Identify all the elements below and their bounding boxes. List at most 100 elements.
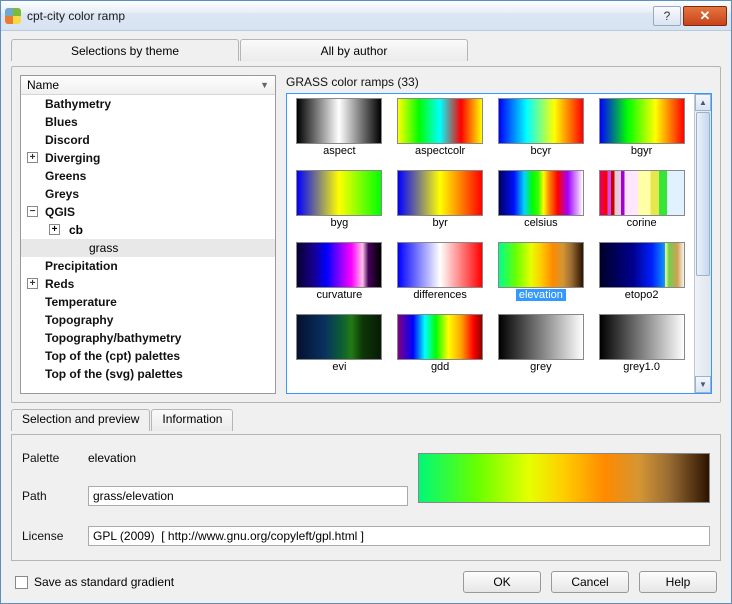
color-ramp-label: byg [328, 217, 352, 229]
color-ramp-gradient [397, 314, 483, 360]
color-ramp-gradient [498, 170, 584, 216]
tree-item[interactable]: Greens [21, 167, 275, 185]
details-tabbar: Selection and preview Information [11, 409, 721, 431]
ok-button[interactable]: OK [463, 571, 541, 593]
tree-item-label: Precipitation [45, 259, 118, 273]
color-ramp-item[interactable]: gdd [392, 314, 489, 384]
tab-selection-preview[interactable]: Selection and preview [11, 409, 150, 431]
tree-item[interactable]: Top of the (svg) palettes [21, 365, 275, 383]
color-ramp-label: grey1.0 [620, 361, 663, 373]
titlebar-help-button[interactable]: ? [653, 6, 681, 26]
color-ramp-item[interactable]: etopo2 [593, 242, 690, 312]
color-ramp-gradient [397, 242, 483, 288]
tree-item[interactable]: + Reds [21, 275, 275, 293]
license-input[interactable] [88, 526, 710, 546]
color-ramp-item[interactable]: aspectcolr [392, 98, 489, 168]
expand-icon[interactable]: + [49, 224, 60, 235]
color-ramp-item[interactable]: curvature [291, 242, 388, 312]
checkbox-box[interactable] [15, 576, 28, 589]
tree-item-label: grass [89, 241, 118, 255]
expand-icon[interactable]: + [27, 152, 38, 163]
titlebar-close-button[interactable]: ✕ [683, 6, 727, 26]
color-ramp-label: celsius [521, 217, 561, 229]
color-ramp-label: curvature [313, 289, 365, 301]
color-ramp-item[interactable]: grey1.0 [593, 314, 690, 384]
tree-item-label: Top of the (cpt) palettes [45, 349, 180, 363]
dialog-window: cpt-city color ramp ? ✕ Selections by th… [0, 0, 732, 604]
tree-item[interactable]: Discord [21, 131, 275, 149]
color-ramp-item[interactable]: byg [291, 170, 388, 240]
tree-item[interactable]: grass [21, 239, 275, 257]
color-ramp-item[interactable]: bgyr [593, 98, 690, 168]
scroll-up-button[interactable]: ▲ [695, 94, 711, 111]
tree-item[interactable]: −QGIS [21, 203, 275, 221]
expand-icon[interactable]: + [27, 278, 38, 289]
help-button[interactable]: Help [639, 571, 717, 593]
scroll-down-button[interactable]: ▼ [695, 376, 711, 393]
color-ramp-item[interactable]: grey [493, 314, 590, 384]
color-ramp-item[interactable]: aspect [291, 98, 388, 168]
scroll-thumb[interactable] [696, 112, 710, 276]
color-ramp-gradient [296, 314, 382, 360]
app-icon [5, 8, 21, 24]
tree-item-label: Greys [45, 187, 79, 201]
color-ramp-item[interactable]: celsius [493, 170, 590, 240]
color-ramp-item[interactable]: evi [291, 314, 388, 384]
tree-item[interactable]: + cb [21, 221, 275, 239]
color-ramp-item[interactable]: differences [392, 242, 489, 312]
color-ramp-gallery[interactable]: aspect aspectcolr bcyr bgyr byg byr celsius cor… [287, 94, 694, 393]
tree-item[interactable]: Greys [21, 185, 275, 203]
color-ramp-gradient [498, 98, 584, 144]
save-as-standard-checkbox[interactable]: Save as standard gradient [15, 575, 174, 589]
color-ramp-label: aspect [320, 145, 358, 157]
tree-item-label: cb [69, 223, 83, 237]
tree-item[interactable]: Bathymetry [21, 95, 275, 113]
collapse-icon[interactable]: − [27, 206, 38, 217]
tree-item-label: Topography/bathymetry [45, 331, 181, 345]
tree-item[interactable]: Topography/bathymetry [21, 329, 275, 347]
titlebar[interactable]: cpt-city color ramp ? ✕ [1, 1, 731, 31]
tree-item[interactable]: Temperature [21, 293, 275, 311]
tab-information[interactable]: Information [151, 409, 233, 431]
tree-header-label: Name [27, 78, 59, 92]
color-ramp-gradient [599, 314, 685, 360]
details-panel: Palette elevation Path License [11, 434, 721, 561]
tree-item-label: Reds [45, 277, 74, 291]
palette-value: elevation [88, 451, 408, 465]
color-ramp-label: elevation [516, 289, 566, 301]
color-ramp-item[interactable]: corine [593, 170, 690, 240]
tree-item[interactable]: Blues [21, 113, 275, 131]
color-ramp-gradient [397, 98, 483, 144]
color-ramp-item[interactable]: byr [392, 170, 489, 240]
color-ramp-label: bcyr [527, 145, 554, 157]
color-ramp-label: gdd [428, 361, 452, 373]
tree-item-label: Top of the (svg) palettes [45, 367, 183, 381]
path-input[interactable] [88, 486, 408, 506]
chevron-down-icon: ▼ [260, 80, 269, 90]
gallery-scrollbar[interactable]: ▲ ▼ [694, 94, 711, 393]
tree-item[interactable]: Top of the (cpt) palettes [21, 347, 275, 365]
main-tabbar: Selections by theme All by author [11, 39, 721, 61]
tree-item-label: Bathymetry [45, 97, 111, 111]
tree-item-label: Topography [45, 313, 113, 327]
theme-tree: Name ▼ Bathymetry BluesDiscord + Diverging G… [20, 75, 276, 394]
color-ramp-item[interactable]: bcyr [493, 98, 590, 168]
color-ramp-gradient [599, 98, 685, 144]
tree-item[interactable]: + Diverging [21, 149, 275, 167]
tree-body[interactable]: Bathymetry BluesDiscord + Diverging Greens Gr… [21, 95, 275, 393]
color-ramp-item[interactable]: elevation [493, 242, 590, 312]
tab-selections-by-theme[interactable]: Selections by theme [11, 39, 239, 61]
tree-header[interactable]: Name ▼ [21, 76, 275, 95]
path-label: Path [22, 489, 78, 503]
cancel-button[interactable]: Cancel [551, 571, 629, 593]
tree-item-label: Diverging [45, 151, 100, 165]
color-ramp-gradient [599, 170, 685, 216]
license-label: License [22, 529, 78, 543]
tree-item[interactable]: Precipitation [21, 257, 275, 275]
color-ramp-label: etopo2 [622, 289, 662, 301]
color-ramp-label: evi [329, 361, 349, 373]
color-ramp-gradient [296, 98, 382, 144]
tab-all-by-author[interactable]: All by author [240, 39, 468, 61]
tree-item[interactable]: Topography [21, 311, 275, 329]
color-ramp-gradient [296, 170, 382, 216]
